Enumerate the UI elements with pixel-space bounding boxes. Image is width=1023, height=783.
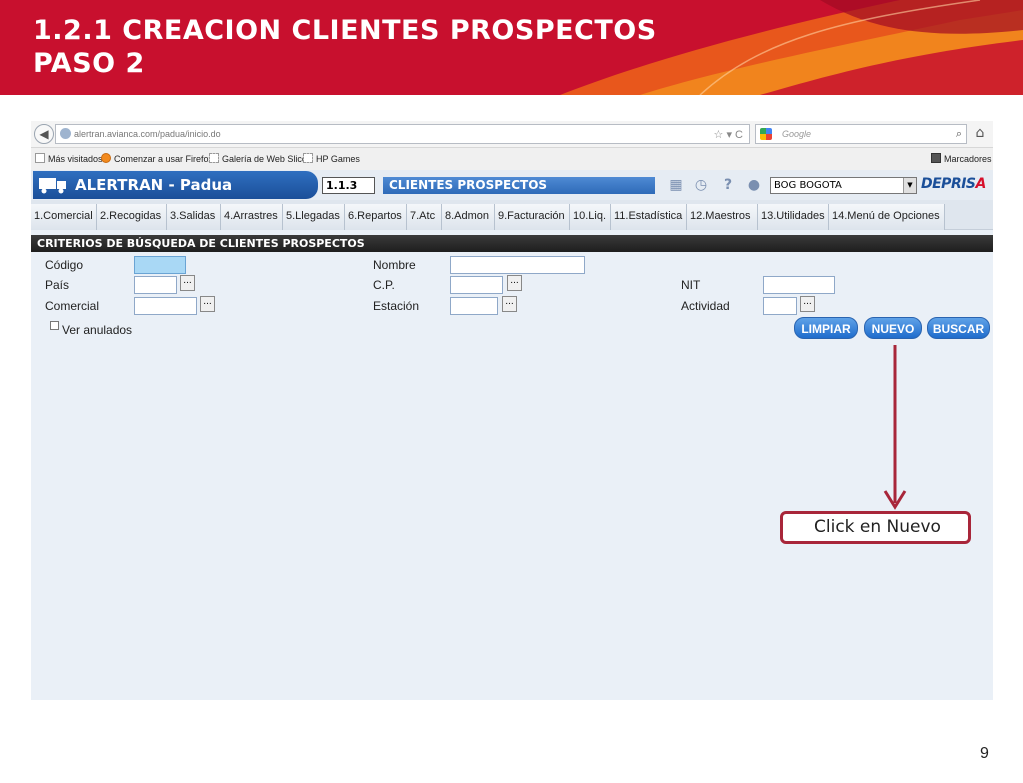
web-slice-icon (303, 153, 313, 163)
slide-title-line1: 1.2.1 CREACION CLIENTES PROSPECTOS (33, 15, 657, 46)
codigo-label: Código (45, 258, 84, 272)
menu-item-llegadas[interactable]: 5.Llegadas (283, 204, 345, 230)
menu-item-admon[interactable]: 8.Admon (442, 204, 495, 230)
pais-label: País (45, 278, 70, 292)
menu-item-repartos[interactable]: 6.Repartos (345, 204, 407, 230)
comercial-lookup-button[interactable]: ... (200, 296, 215, 312)
slide-title-line2: PASO 2 (33, 48, 145, 79)
google-icon (760, 128, 772, 140)
address-bar[interactable]: alertran.avianca.com/padua/inicio.do ☆ ▾… (55, 124, 750, 144)
web-slice-icon (209, 153, 219, 163)
brand-logo-accent: A (975, 176, 987, 192)
browser-toolbar: ◀ alertran.avianca.com/padua/inicio.do ☆… (31, 121, 993, 148)
menu-item-facturacion[interactable]: 9.Facturación (495, 204, 570, 230)
globe-icon (60, 128, 71, 139)
bookmark-item[interactable]: Más visitados (35, 148, 103, 170)
firefox-icon (101, 153, 111, 163)
menu-item-recogidas[interactable]: 2.Recogidas (97, 204, 167, 230)
url-text: alertran.avianca.com/padua/inicio.do (74, 129, 221, 139)
cp-lookup-button[interactable]: ... (507, 275, 522, 291)
nombre-label: Nombre (373, 258, 416, 272)
bookmarks-folder-icon (931, 153, 941, 163)
user-icon[interactable]: ● (745, 176, 763, 194)
actividad-input[interactable] (763, 297, 797, 315)
comercial-input[interactable] (134, 297, 197, 315)
pais-input[interactable] (134, 276, 177, 294)
menu-item-salidas[interactable]: 3.Salidas (167, 204, 221, 230)
cp-label: C.P. (373, 278, 395, 292)
menu-item-arrastres[interactable]: 4.Arrastres (221, 204, 283, 230)
estacion-label: Estación (373, 299, 420, 313)
menu-item-atc[interactable]: 7.Atc (407, 204, 442, 230)
main-menu: 1.Comercial 2.Recogidas 3.Salidas 4.Arra… (31, 200, 993, 230)
bookmarks-menu[interactable]: Marcadores (931, 148, 992, 170)
station-value: BOG BOGOTA (774, 180, 842, 191)
bookmark-icon (35, 153, 45, 163)
annotation-arrow-icon (883, 345, 907, 510)
buscar-button[interactable]: BUSCAR (927, 317, 990, 339)
ver-anulados-label: Ver anulados (62, 323, 133, 337)
calendar-icon[interactable]: ▦ (667, 176, 685, 194)
nombre-input[interactable] (450, 256, 585, 274)
chevron-down-icon[interactable]: ▼ (903, 178, 916, 193)
nit-input[interactable] (763, 276, 835, 294)
screen-code-field[interactable]: 1.1.3 (322, 177, 375, 194)
screen-name: CLIENTES PROSPECTOS (383, 177, 655, 194)
nit-label: NIT (681, 278, 701, 292)
cp-input[interactable] (450, 276, 503, 294)
estacion-input[interactable] (450, 297, 498, 315)
comercial-label: Comercial (45, 299, 100, 313)
slide-title: 1.2.1 CREACION CLIENTES PROSPECTOS PASO … (33, 14, 657, 80)
browser-search-input[interactable]: Google ⌕ (755, 124, 967, 144)
home-icon[interactable]: ⌂ (972, 125, 988, 141)
truck-icon (39, 178, 66, 194)
app-title: ALERTRAN - Padua v.12.11.26 (33, 171, 318, 222)
help-icon[interactable]: ? (719, 176, 737, 194)
search-icon[interactable]: ⌕ (956, 125, 962, 143)
menu-item-maestros[interactable]: 12.Maestros (687, 204, 758, 230)
menu-item-utilidades[interactable]: 13.Utilidades (758, 204, 829, 230)
bookmarks-bar: Más visitados Comenzar a usar Firefox Ga… (31, 148, 993, 170)
annotation-callout: Click en Nuevo (780, 511, 971, 544)
limpiar-button[interactable]: LIMPIAR (794, 317, 858, 339)
app-header: ALERTRAN - Padua v.12.11.26 1.1.3 CLIENT… (31, 170, 993, 222)
back-arrow-icon[interactable]: ◀ (34, 124, 54, 144)
estacion-lookup-button[interactable]: ... (502, 296, 517, 312)
codigo-input[interactable] (134, 256, 186, 274)
menu-item-estadistica[interactable]: 11.Estadística (611, 204, 687, 230)
pais-lookup-button[interactable]: ... (180, 275, 195, 291)
actividad-lookup-button[interactable]: ... (800, 296, 815, 312)
actividad-label: Actividad (681, 299, 730, 313)
menu-item-comercial[interactable]: 1.Comercial (31, 204, 97, 230)
section-title: CRITERIOS DE BÚSQUEDA DE CLIENTES PROSPE… (31, 235, 993, 252)
slide-header-banner: 1.2.1 CREACION CLIENTES PROSPECTOS PASO … (0, 0, 1023, 95)
clock-icon[interactable]: ◷ (692, 176, 710, 194)
menu-item-liq[interactable]: 10.Liq. (570, 204, 611, 230)
page-number: 9 (980, 745, 989, 762)
brand-logo: DEPRISA (921, 176, 986, 192)
bookmark-item[interactable]: Galería de Web Slice (209, 148, 307, 170)
menu-item-opciones[interactable]: 14.Menú de Opciones (829, 204, 945, 230)
search-placeholder: Google (782, 129, 812, 139)
station-select[interactable]: BOG BOGOTA ▼ (770, 177, 917, 194)
brand-logo-main: DEPRIS (921, 176, 976, 192)
nuevo-button[interactable]: NUEVO (864, 317, 922, 339)
browser-window: ◀ alertran.avianca.com/padua/inicio.do ☆… (31, 121, 993, 700)
bookmark-star-icon[interactable]: ☆ ▾ C (714, 126, 743, 144)
bookmark-item[interactable]: HP Games (303, 148, 360, 170)
bookmark-item[interactable]: Comenzar a usar Firefox (101, 148, 213, 170)
ver-anulados-checkbox[interactable] (50, 321, 59, 330)
